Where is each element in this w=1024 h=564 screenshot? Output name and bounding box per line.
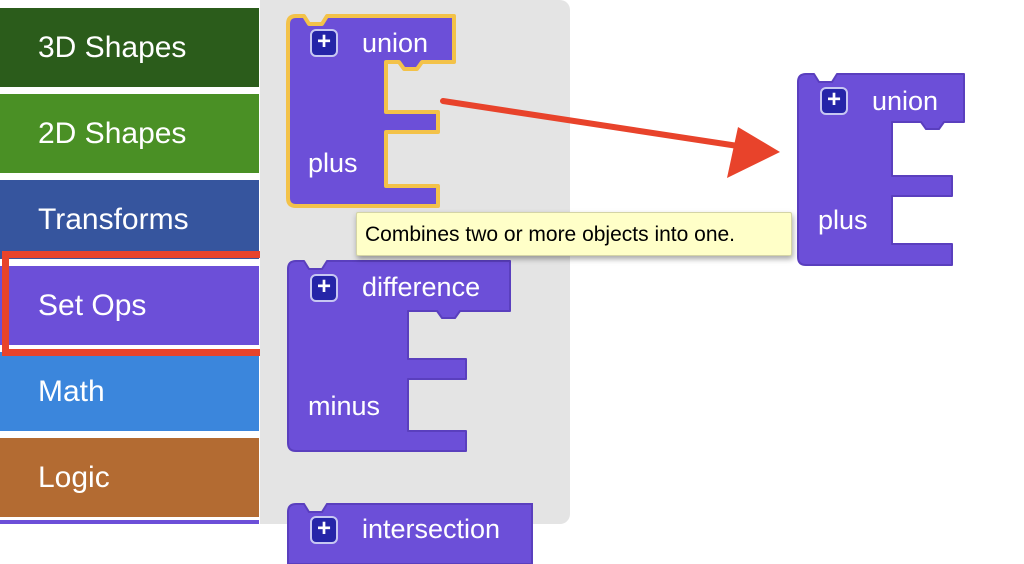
block-title: difference: [362, 272, 481, 302]
plus-icon[interactable]: +: [310, 29, 338, 57]
category-label: 2D Shapes: [38, 116, 187, 150]
category-transforms[interactable]: Transforms: [0, 180, 259, 259]
category-label: Set Ops: [38, 288, 147, 322]
category-math[interactable]: Math: [0, 352, 259, 431]
category-label: 3D Shapes: [38, 30, 187, 64]
intersection-block[interactable]: + intersection: [287, 503, 536, 564]
category-set-ops[interactable]: Set Ops: [0, 266, 259, 345]
block-input-label: plus: [818, 205, 868, 235]
category-toolbox: 3D Shapes 2D Shapes Transforms Set Ops M…: [0, 0, 260, 524]
block-title: union: [362, 28, 429, 58]
block-title: union: [872, 86, 939, 116]
category-2d-shapes[interactable]: 2D Shapes: [0, 94, 259, 173]
difference-block[interactable]: + difference minus: [287, 260, 514, 454]
block-tooltip: Combines two or more objects into one.: [356, 212, 792, 256]
category-logic[interactable]: Logic: [0, 438, 259, 517]
union-block[interactable]: + union plus: [286, 14, 458, 210]
category-label: Logic: [38, 460, 110, 494]
category-label: Transforms: [38, 202, 189, 236]
block-title: intersection: [362, 514, 501, 544]
plus-icon[interactable]: +: [310, 274, 338, 302]
block-input-label: minus: [308, 391, 381, 421]
workspace-union-block[interactable]: + union plus: [797, 73, 968, 268]
plus-icon[interactable]: +: [310, 516, 338, 544]
block-input-label: plus: [308, 148, 358, 178]
category-label: Math: [38, 374, 105, 408]
plus-icon[interactable]: +: [820, 87, 848, 115]
category-partial[interactable]: [0, 520, 259, 524]
category-3d-shapes[interactable]: 3D Shapes: [0, 8, 259, 87]
